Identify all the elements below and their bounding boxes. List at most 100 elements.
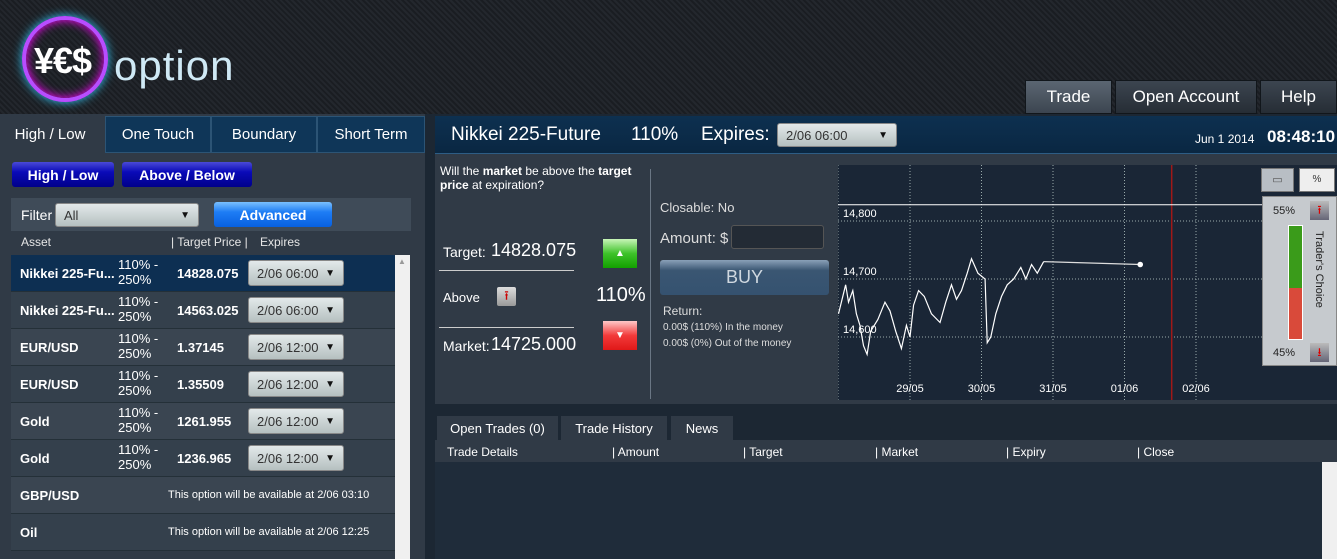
bar-down-fill xyxy=(1289,288,1302,339)
payout-max: 250% xyxy=(118,272,152,287)
availability-message: This option will be available at 2/06 03… xyxy=(168,489,370,501)
payout-range: 110% -250% xyxy=(118,442,158,472)
y-tick-label: 14,800 xyxy=(843,208,877,220)
col-target: | Target xyxy=(743,445,783,459)
expiry-select[interactable]: 2/06 06:00 ▼ xyxy=(248,260,344,286)
target-price: 1.37145 xyxy=(177,340,224,355)
nav-help[interactable]: Help xyxy=(1260,80,1337,114)
window-icon[interactable]: ▭ xyxy=(1261,168,1294,192)
buy-button[interactable]: BUY xyxy=(660,260,829,295)
scroll-up-icon[interactable]: ▲ xyxy=(398,257,406,266)
dropdown-arrow-icon: ▼ xyxy=(325,341,335,353)
asset-row[interactable]: Nikkei 225-Fu... 110% -250% 14563.025 2/0… xyxy=(11,292,395,329)
return-label: Return: xyxy=(663,304,703,318)
expiry-select[interactable]: 2/06 06:00 ▼ xyxy=(777,123,897,147)
target-price: 14828.075 xyxy=(177,266,239,281)
target-label: Target: xyxy=(443,244,486,260)
tab-open-trades[interactable]: Open Trades (0) xyxy=(437,416,558,440)
put-down-button[interactable]: ▼ xyxy=(603,321,637,350)
asset-row[interactable]: EUR/USD 110% -250% 1.35509 2/06 12:00 ▼ xyxy=(11,366,395,403)
asset-name: EUR/USD xyxy=(20,340,79,355)
y-tick-label: 14,700 xyxy=(843,266,877,278)
traders-choice-label: Trader's Choice xyxy=(1313,231,1325,308)
direction-percent: 110% xyxy=(596,284,646,306)
title-bar: Nikkei 225-Future 110% Expires: 2/06 06:… xyxy=(435,116,1337,154)
dropdown-arrow-icon: ▼ xyxy=(325,415,335,427)
scrollbar[interactable]: ▲ xyxy=(395,255,410,559)
payout-min: 110% - xyxy=(118,294,159,309)
asset-name: Nikkei 225-Fu... xyxy=(20,266,115,281)
logo-yes: ¥€$ xyxy=(34,40,92,81)
clock: 08:48:10 xyxy=(1267,127,1336,146)
tab-high-low[interactable]: High / Low xyxy=(0,116,100,153)
expiry-select[interactable]: 2/06 06:00 ▼ xyxy=(248,297,344,323)
divider xyxy=(439,327,574,328)
amount-label: Amount: $ xyxy=(660,230,729,247)
tab-one-touch[interactable]: One Touch xyxy=(105,116,211,153)
trade-form: Will the market be above the target pric… xyxy=(435,154,838,404)
expiry-select[interactable]: 2/06 12:00 ▼ xyxy=(248,445,344,471)
target-price: 1.35509 xyxy=(177,377,224,392)
asset-row[interactable]: Nikkei 225-Fu... 110% -250% 14828.075 2/0… xyxy=(11,255,395,292)
expiry-value: 2/06 12:00 xyxy=(257,339,319,355)
expiry-select[interactable]: 2/06 12:00 ▼ xyxy=(248,371,344,397)
tab-boundary[interactable]: Boundary xyxy=(211,116,317,153)
tab-trade-history[interactable]: Trade History xyxy=(561,416,667,440)
filter-value: All xyxy=(64,207,79,223)
expiry-value: 2/06 06:00 xyxy=(786,127,848,143)
yesoption-logo[interactable]: ¥€$ option xyxy=(22,14,262,104)
nav-trade[interactable]: Trade xyxy=(1025,80,1112,114)
asset-row[interactable]: Gold 110% -250% 1261.955 2/06 12:00 ▼ xyxy=(11,403,395,440)
subtab-high-low[interactable]: High / Low xyxy=(12,162,114,187)
target-price: 1236.965 xyxy=(177,451,232,466)
date: Jun 1 2014 xyxy=(1195,132,1255,146)
tab-news[interactable]: News xyxy=(671,416,733,440)
x-tick-label: 31/05 xyxy=(1039,383,1067,395)
payout-min: 110% - xyxy=(118,442,159,457)
asset-row[interactable]: Oil This option will be available at 2/06… xyxy=(11,514,395,551)
expiry-select[interactable]: 2/06 12:00 ▼ xyxy=(248,408,344,434)
scrollbar[interactable] xyxy=(1322,462,1337,559)
x-tick-label: 01/06 xyxy=(1111,383,1139,395)
col-asset: Asset xyxy=(21,235,52,249)
filter-select[interactable]: All ▼ xyxy=(55,203,199,227)
logo-option: option xyxy=(114,42,235,89)
subtab-above-below[interactable]: Above / Below xyxy=(122,162,252,187)
header: ¥€$ option Trade Open Account Help xyxy=(0,0,1337,114)
col-close: | Close xyxy=(1137,445,1175,459)
asset-row[interactable]: Gold 110% -250% 1236.965 2/06 12:00 ▼ xyxy=(11,440,395,477)
col-amount: | Amount xyxy=(612,445,660,459)
bar-up-fill xyxy=(1289,226,1302,289)
up-percent: 55% xyxy=(1273,205,1296,217)
asset-panel: High / Low One Touch Boundary Short Term… xyxy=(0,114,425,559)
asset-row[interactable]: EUR/USD 110% -250% 1.37145 2/06 12:00 ▼ xyxy=(11,329,395,366)
availability-message: This option will be available at 2/06 12… xyxy=(168,526,370,538)
asset-name: Oil xyxy=(20,525,38,540)
current-price-point xyxy=(1137,261,1144,268)
market-value: 14725.000 xyxy=(491,334,577,354)
col-market: | Market xyxy=(875,445,919,459)
payout-max: 250% xyxy=(118,309,152,324)
amount-input[interactable] xyxy=(731,225,824,249)
asset-title: Nikkei 225-Future xyxy=(451,124,601,145)
dropdown-arrow-icon: ▼ xyxy=(325,304,335,316)
payout-range: 110% -250% xyxy=(118,405,158,435)
payout-max: 250% xyxy=(118,420,152,435)
question: Will the market be above the target pric… xyxy=(440,164,640,192)
arrow-up-icon: ⭱ xyxy=(497,287,516,306)
advanced-button[interactable]: Advanced xyxy=(214,202,332,227)
call-up-button[interactable]: ▲ xyxy=(603,239,637,268)
target-price: 14563.025 xyxy=(177,303,239,318)
asset-row[interactable]: GBP/USD This option will be available at … xyxy=(11,477,395,514)
nav-open-account[interactable]: Open Account xyxy=(1115,80,1257,114)
payout-range: 110% -250% xyxy=(118,257,158,287)
dropdown-arrow-icon: ▼ xyxy=(878,129,888,141)
percent-button[interactable]: % xyxy=(1299,168,1335,192)
tab-short-term[interactable]: Short Term xyxy=(317,116,425,153)
expiry-value: 2/06 12:00 xyxy=(257,450,319,466)
expiry-select[interactable]: 2/06 12:00 ▼ xyxy=(248,334,344,360)
arrow-up-icon: ⭱ xyxy=(1310,201,1329,220)
x-tick-label: 29/05 xyxy=(896,383,924,395)
trade-panel: Nikkei 225-Future 110% Expires: 2/06 06:… xyxy=(435,114,1337,559)
expiry-value: 2/06 06:00 xyxy=(257,302,319,318)
